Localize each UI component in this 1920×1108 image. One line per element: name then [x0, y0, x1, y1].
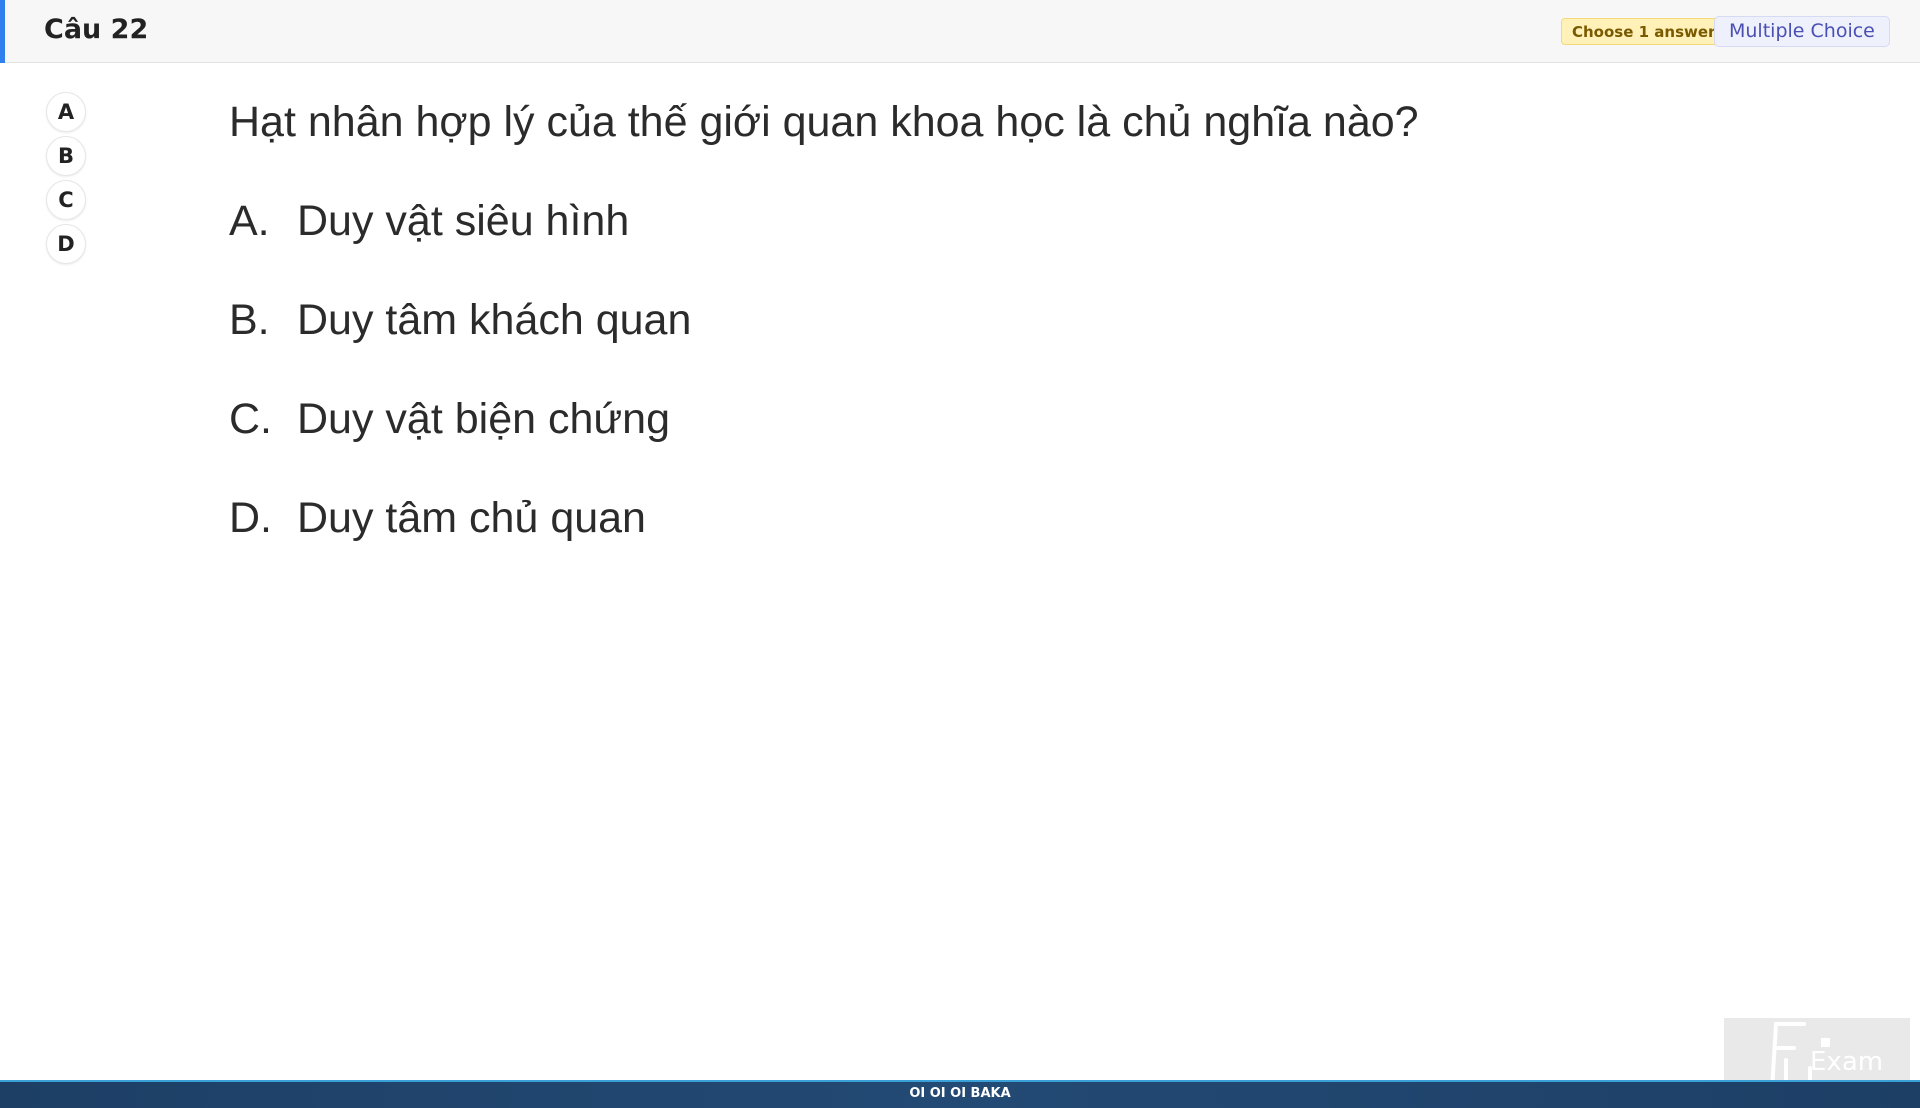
answer-button-d[interactable]: D — [46, 224, 86, 264]
option-letter: A. — [229, 197, 270, 245]
option-c: C. Duy vật biện chứng — [229, 389, 1729, 449]
question-header: Câu 22 Choose 1 answer Multiple Choice — [0, 0, 1920, 63]
question-stem: Hạt nhân hợp lý của thế giới quan khoa h… — [229, 98, 1419, 146]
choose-count-badge: Choose 1 answer — [1561, 18, 1727, 45]
option-letter: B. — [229, 296, 270, 344]
answer-button-b[interactable]: B — [46, 136, 86, 176]
footer-bar: OI OI OI BAKA — [0, 1080, 1920, 1108]
option-text: Duy tâm khách quan — [297, 296, 692, 344]
footer-text: OI OI OI BAKA — [909, 1086, 1011, 1101]
option-letter: D. — [229, 494, 272, 542]
option-a: A. Duy vật siêu hình — [229, 191, 1729, 251]
question-content: Hạt nhân hợp lý của thế giới quan khoa h… — [229, 92, 1729, 548]
answer-selector: A B C D — [46, 92, 86, 268]
option-text: Duy tâm chủ quan — [297, 494, 646, 542]
logo-text: Exam — [1810, 1047, 1883, 1077]
question-number-title: Câu 22 — [44, 14, 149, 45]
answer-button-c[interactable]: C — [46, 180, 86, 220]
answer-button-a[interactable]: A — [46, 92, 86, 132]
option-text: Duy vật biện chứng — [297, 395, 670, 443]
header-accent-bar — [0, 0, 5, 63]
option-letter: C. — [229, 395, 272, 443]
option-text: Duy vật siêu hình — [297, 197, 630, 245]
option-b: B. Duy tâm khách quan — [229, 290, 1729, 350]
option-d: D. Duy tâm chủ quan — [229, 488, 1729, 548]
question-type-badge: Multiple Choice — [1714, 16, 1890, 47]
exam-app: Câu 22 Choose 1 answer Multiple Choice A… — [0, 0, 1920, 1108]
